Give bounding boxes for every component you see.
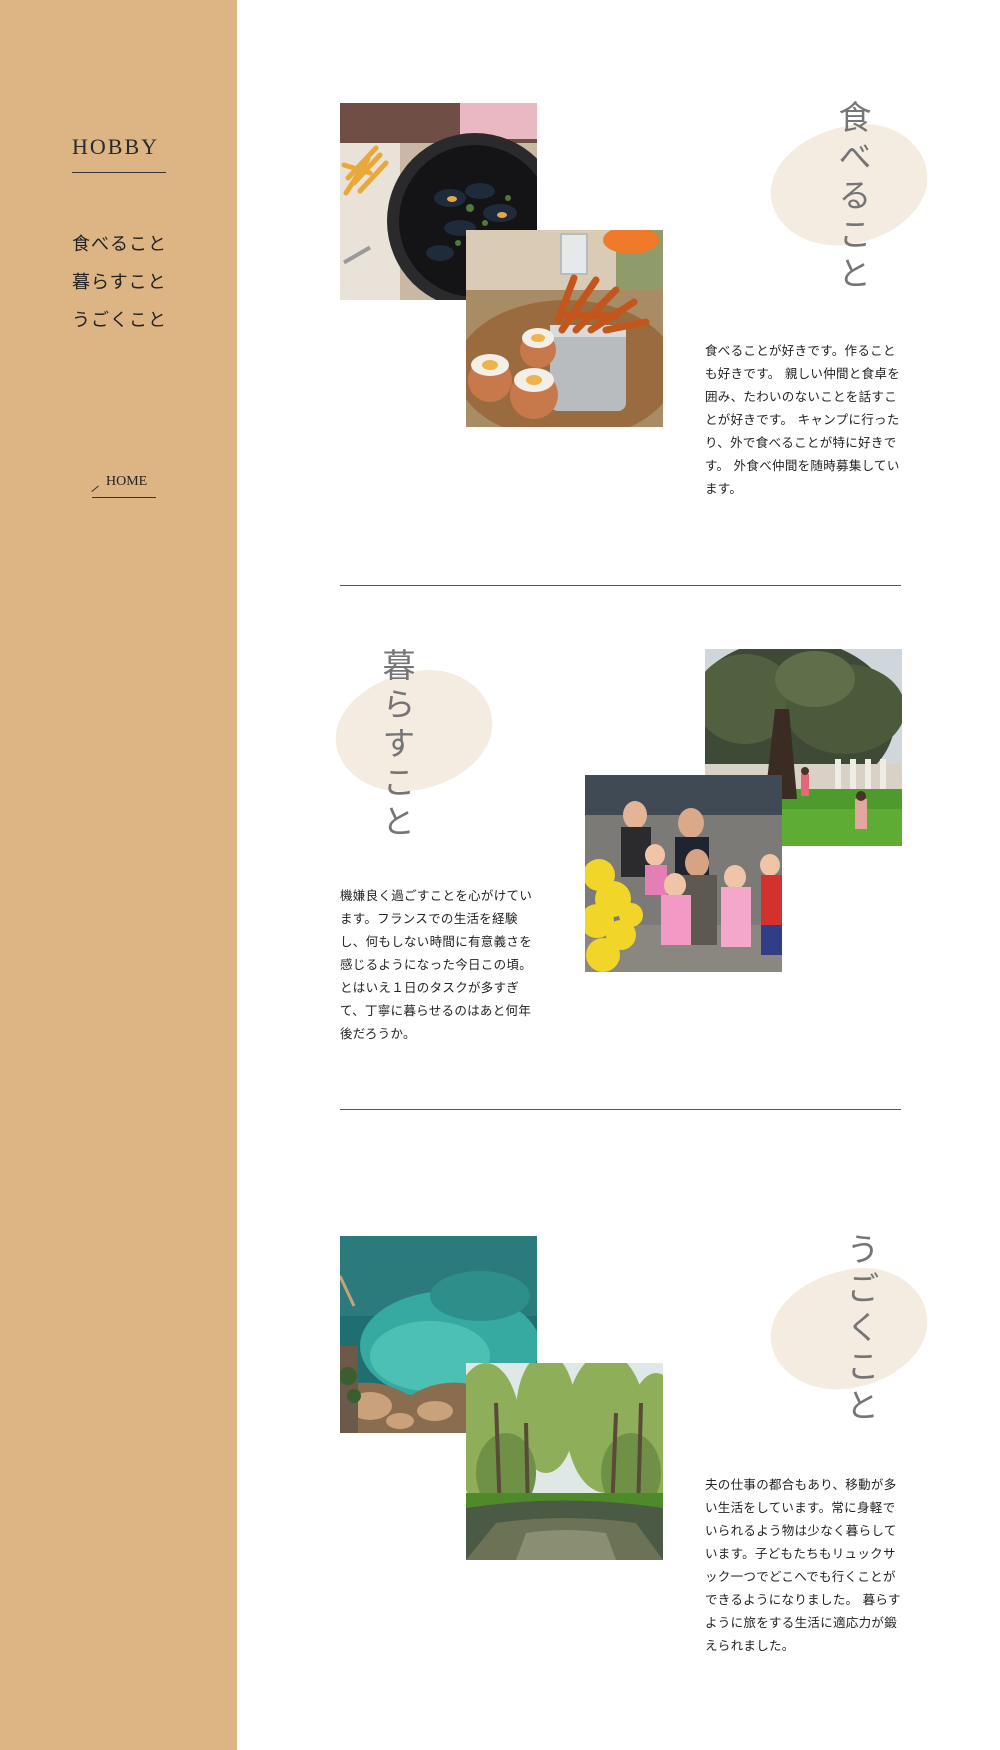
section-moving-text: 夫の仕事の都合もあり、移動が多い生活をしています。常に身軽でいられるよう物は少な… (705, 1477, 901, 1653)
section-moving-title: うごくこと (841, 1232, 880, 1427)
sidebar: HOBBY 食べること 暮らすこと うごくこと HOME (0, 0, 237, 1750)
nav-item-eating[interactable]: 食べること (72, 226, 167, 264)
nav-item-moving[interactable]: うごくこと (72, 302, 167, 340)
sidebar-nav: 食べること 暮らすこと うごくこと (72, 226, 167, 340)
home-link[interactable]: HOME (92, 474, 156, 490)
nav-item-living[interactable]: 暮らすこと (72, 264, 167, 302)
home-link-underline (92, 497, 156, 498)
section-living-text: 機嫌良く過ごすことを心がけています。フランスでの生活を経験し、何もしない時間に有… (340, 888, 533, 1041)
tree-lined-river-photo (466, 1363, 663, 1560)
section-living-title: 暮らすこと (377, 648, 416, 843)
sweet-potato-fries-and-eggs-photo (466, 230, 663, 427)
section-eating-text: 食べることが好きです。作ることも好きです。 親しい仲間と食卓を囲み、たわいのない… (705, 343, 901, 496)
family-group-photo (585, 775, 782, 972)
title-underline (72, 172, 166, 173)
section-eating-title: 食べること (833, 100, 872, 295)
section-divider (340, 1109, 901, 1110)
section-divider (340, 585, 901, 586)
site-title: HOBBY (72, 134, 160, 159)
